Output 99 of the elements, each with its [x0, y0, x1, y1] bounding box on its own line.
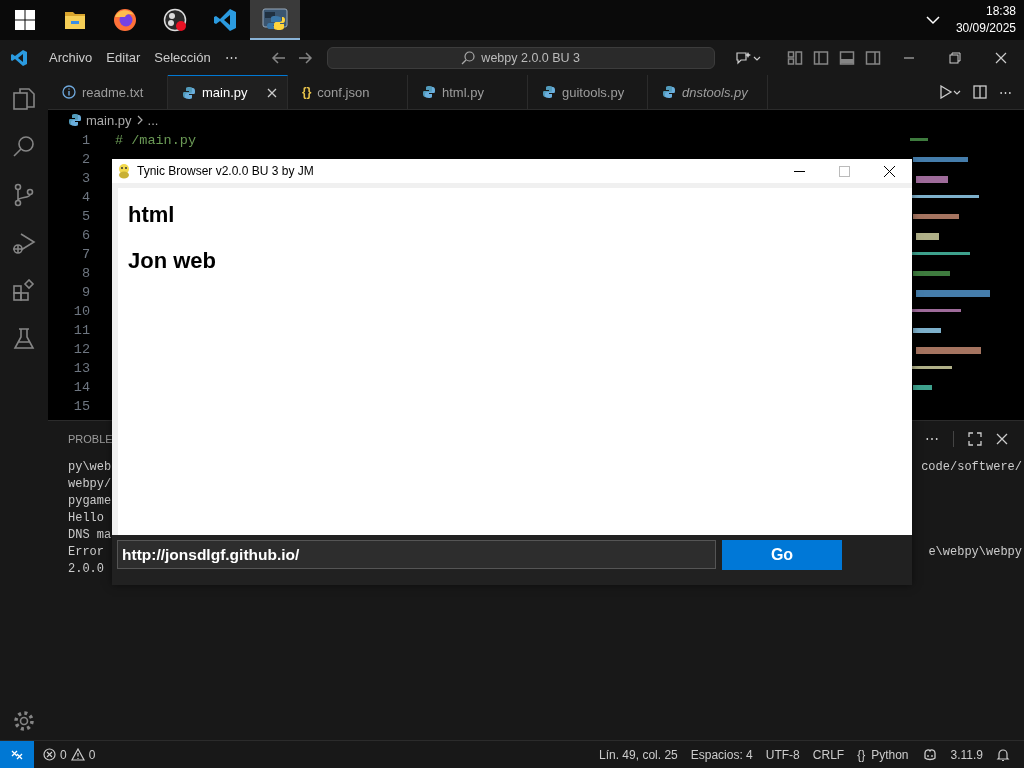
terminal-line: code/softwere/: [921, 459, 1022, 476]
python-icon: [182, 85, 196, 100]
line-number: 13: [72, 360, 90, 378]
code-line: # /main.py: [115, 132, 197, 150]
line-number: 1: [80, 132, 90, 150]
python-icon: [542, 85, 556, 99]
close-icon[interactable]: [884, 165, 895, 177]
terminal-line: Error: [68, 544, 104, 561]
python-icon: [422, 85, 436, 99]
vscode-logo-icon[interactable]: [10, 48, 28, 67]
globe-icon: [113, 8, 137, 32]
search-icon[interactable]: [12, 135, 36, 159]
menu-item[interactable]: Selección: [147, 50, 218, 65]
status-item[interactable]: UTF-8: [765, 747, 800, 762]
python-icon: [68, 113, 82, 127]
page-heading: html: [128, 202, 176, 228]
split-editor-icon[interactable]: [973, 85, 987, 99]
sidebar-icon[interactable]: [812, 49, 829, 66]
line-number: 5: [80, 208, 90, 226]
editor-tab[interactable]: dnstools.py: [648, 75, 768, 109]
line-number: 2: [80, 151, 90, 169]
secondary-sidebar-icon[interactable]: [864, 49, 881, 66]
settings-icon[interactable]: [12, 709, 36, 733]
info-icon: [62, 85, 76, 99]
code-editor-icon: [213, 8, 237, 32]
terminal-line: 2.0.0: [68, 561, 104, 578]
line-number: 9: [80, 284, 90, 302]
python-icon: [662, 85, 676, 99]
chevron-icon: [135, 115, 144, 125]
error-count[interactable]: 0: [60, 747, 67, 762]
line-number: 4: [80, 189, 90, 207]
status-item[interactable]: Espacios: 4: [690, 747, 753, 762]
line-number: 14: [72, 379, 90, 397]
restore-icon[interactable]: [949, 51, 961, 64]
language-mode[interactable]: Python: [871, 747, 909, 762]
warning-icon[interactable]: [70, 748, 85, 761]
more-menu[interactable]: ⋯: [217, 50, 245, 65]
flask-icon[interactable]: [12, 327, 36, 351]
sparkle-chat-icon[interactable]: [734, 49, 761, 66]
record-icon: [163, 8, 187, 32]
more-actions[interactable]: ⋯: [999, 84, 1012, 100]
braces-icon: {}: [302, 85, 312, 99]
breadcrumb-item[interactable]: main.py: [86, 112, 132, 128]
forward-arrow-icon[interactable]: [296, 49, 313, 66]
back-arrow-icon[interactable]: [270, 49, 287, 66]
more-actions[interactable]: ⋯: [925, 431, 939, 447]
terminal-line: pygame: [68, 493, 112, 510]
source-control-icon[interactable]: [12, 183, 36, 207]
window-title: Tynic Browser v2.0.0 BU 3 by JM: [137, 164, 314, 178]
line-number: 15: [72, 398, 90, 416]
status-item[interactable]: CRLF: [812, 747, 845, 762]
line-number: 3: [80, 170, 90, 188]
terminal-line: e\webpy\webpy: [928, 544, 1022, 561]
search-icon: [461, 50, 476, 65]
line-number: 8: [80, 265, 90, 283]
files-icon[interactable]: [12, 87, 36, 111]
terminal-line: webpy/: [68, 476, 112, 493]
warning-count[interactable]: 0: [88, 747, 96, 762]
line-number: 12: [72, 341, 90, 359]
breadcrumb-item[interactable]: ...: [147, 112, 159, 128]
page-heading: Jon web: [128, 248, 217, 274]
terminal-line: py\web: [68, 459, 112, 476]
panel-icon[interactable]: [838, 49, 855, 66]
snake-icon: [116, 163, 132, 179]
status-item[interactable]: 3.11.9: [950, 747, 983, 762]
run-icon[interactable]: [939, 85, 961, 99]
run-debug-icon[interactable]: [12, 231, 36, 255]
status-item[interactable]: Lín. 49, col. 25: [599, 747, 678, 762]
window-titlebar[interactable]: Tynic Browser v2.0.0 BU 3 by JM: [112, 159, 912, 183]
line-number: 11: [72, 322, 90, 340]
copilot-icon[interactable]: [921, 747, 938, 762]
clock-time[interactable]: 18:38: [985, 3, 1016, 20]
terminal-line: DNS ma: [68, 527, 112, 544]
bell-icon[interactable]: [996, 747, 1010, 762]
layout-icon[interactable]: [786, 49, 803, 66]
windows-icon: [14, 9, 36, 31]
line-number: 7: [80, 246, 90, 264]
editor-tab[interactable]: main.py: [168, 75, 288, 109]
go-button[interactable]: Go: [722, 540, 842, 570]
search-field[interactable]: webpy 2.0.0 BU 3: [326, 46, 715, 69]
remote-button[interactable]: [0, 741, 34, 768]
line-number: 10: [72, 303, 90, 321]
editor-tab[interactable]: html.py: [408, 75, 528, 109]
line-number: 6: [80, 227, 90, 245]
clock-date[interactable]: 30/09/2025: [955, 20, 1016, 37]
extensions-icon[interactable]: [12, 279, 36, 303]
braces-icon: {}: [857, 747, 866, 762]
panel-tab[interactable]: PROBLE: [68, 433, 113, 445]
menu-item[interactable]: Archivo: [42, 50, 100, 65]
python-app-icon: [262, 7, 288, 31]
url-field[interactable]: http://jonsdlgf.github.io/: [117, 540, 716, 569]
error-icon[interactable]: [43, 748, 56, 761]
chevron-icon[interactable]: [925, 15, 940, 25]
editor-tab[interactable]: guitools.py: [528, 75, 648, 109]
terminal-line: Hello: [68, 510, 104, 527]
taskbar-button[interactable]: [250, 0, 300, 40]
menu-item[interactable]: Editar: [99, 50, 148, 65]
maximize-icon[interactable]: [968, 432, 982, 446]
editor-tab[interactable]: {} conf.json: [288, 75, 408, 109]
